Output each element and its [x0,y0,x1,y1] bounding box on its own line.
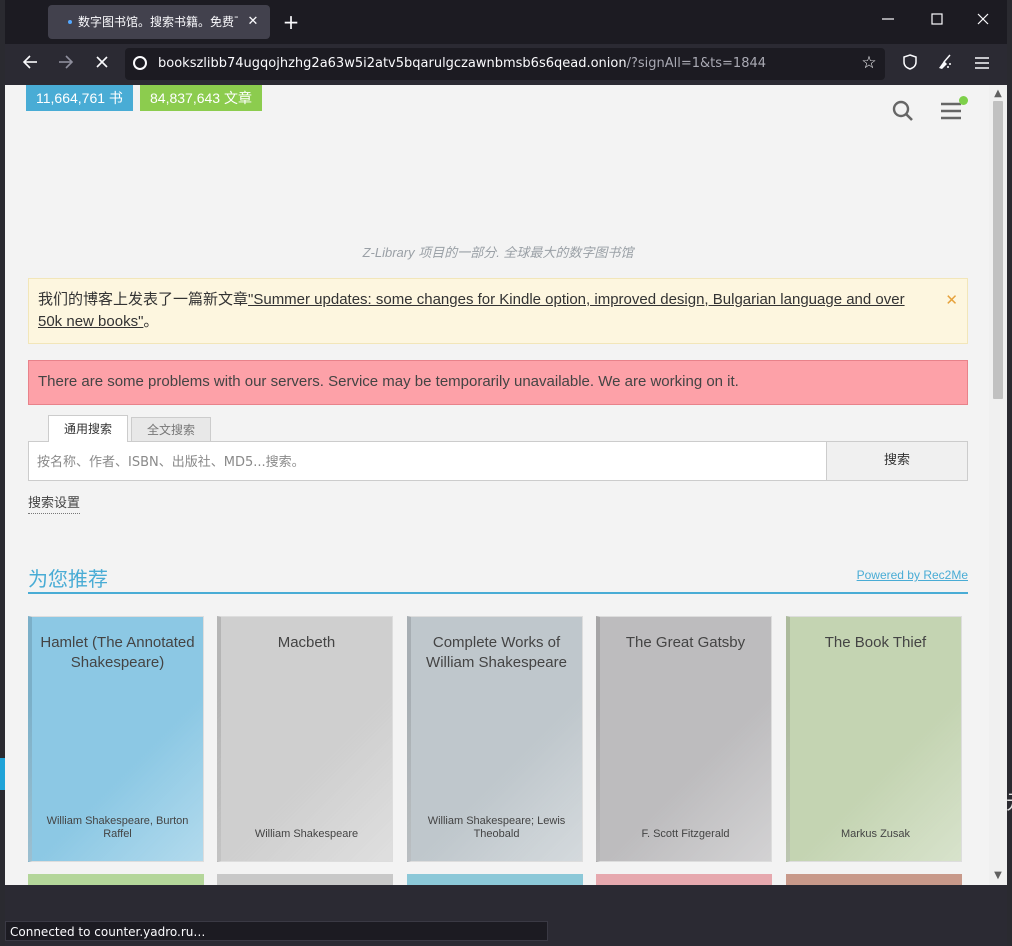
alert-text: There are some problems with our servers… [38,373,739,390]
notification-dot [959,96,968,105]
book-card[interactable]: The Great Gatsby F. Scott Fitzgerald [596,616,772,862]
forward-arrow-icon [59,55,74,69]
books-count-badge[interactable]: 11,664,761 书 [26,85,133,111]
url-bar[interactable]: bookszlibb74ugqojhzhg2a63w5i2atv5bqarulg… [125,48,885,80]
url-host: bookszlibb74ugqojhzhg2a63w5i2atv5bqarulg… [158,56,627,71]
book-card[interactable]: The Book Thief Markus Zusak [786,616,962,862]
stop-loading-icon [96,56,108,68]
book-author: F. Scott Fitzgerald [641,828,730,840]
search-box [28,441,829,482]
new-tab-button[interactable]: + [280,12,302,34]
shield-button[interactable] [898,53,922,77]
search-icon[interactable] [891,99,915,123]
maximize-button[interactable] [927,12,947,32]
book-title: Hamlet (The Annotated Shakespeare) [40,634,195,671]
book-card[interactable]: Macbeth William Shakespeare [217,616,393,862]
book-title: The Book Thief [824,634,927,651]
book-author: William Shakespeare [254,828,359,840]
book-card[interactable] [407,874,583,885]
back-arrow-icon [22,55,37,69]
site-tagline: Z-Library 项目的一部分. 全球最大的数字图书馆 [362,245,634,260]
server-alert: There are some problems with our servers… [28,360,968,405]
book-title: Macbeth [277,634,336,651]
tab-close-icon[interactable]: ✕ [244,13,262,31]
maximize-icon [931,13,943,25]
close-icon [977,13,989,25]
book-author: William Shakespeare; Lewis Theobald [427,815,566,840]
book-card[interactable]: Hamlet (The Annotated Shakespeare) Willi… [28,616,204,862]
book-card[interactable] [786,874,962,885]
close-notice-icon[interactable]: ✕ [945,291,958,309]
book-card[interactable] [596,874,772,885]
book-author: William Shakespeare, Burton Raffel [46,815,189,840]
search-settings-link[interactable]: 搜索设置 [28,495,81,514]
book-card[interactable] [217,874,393,885]
page-content: 11,664,761 书 84,837,643 文章 Z-Library 项目的… [5,85,991,885]
browser-window: 数字图书馆。搜索书籍。免费下载书籍 ✕ + bookszlibb74ugqojh… [5,0,1007,946]
book-card[interactable]: Complete Works of William Shakespeare Wi… [407,616,583,862]
status-text: Connected to counter.yadro.ru… [5,921,548,941]
back-button[interactable] [18,53,42,77]
url-text[interactable]: bookszlibb74ugqojhzhg2a63w5i2atv5bqarulg… [158,55,766,73]
scroll-up-icon[interactable]: ▲ [992,88,1004,100]
extensions-button[interactable] [933,53,957,77]
tab-bar: 数字图书馆。搜索书籍。免费下载书籍 ✕ + [5,0,1007,44]
book-title: Complete Works of William Shakespeare [426,634,567,671]
hamburger-menu-icon [975,57,989,69]
articles-count-badge[interactable]: 84,837,643 文章 [140,85,262,111]
notice-suffix: 。 [143,313,159,330]
tab-title: 数字图书馆。搜索书籍。免费下载书籍 [78,15,238,29]
forward-button[interactable] [54,53,78,77]
close-window-button[interactable] [973,12,993,32]
search-button[interactable]: 搜索 [826,441,968,481]
onion-site-icon [133,56,147,70]
shield-icon [903,54,917,70]
stop-button[interactable] [90,53,114,77]
tab-general-search[interactable]: 通用搜索 [48,415,128,442]
recommendations-title: 为您推荐 [28,567,108,591]
loading-dot-icon [68,20,72,24]
notice-text: 我们的博客上发表了一篇新文章"Summer updates: some chan… [38,289,918,333]
tab-fulltext-search[interactable]: 全文搜索 [131,417,211,442]
section-divider [28,592,968,594]
scroll-down-icon[interactable]: ▼ [992,870,1004,882]
book-title: The Great Gatsby [625,634,746,651]
bookmark-star-icon[interactable]: ☆ [859,53,879,73]
powered-by-link[interactable]: Powered by Rec2Me [857,568,968,582]
nav-toolbar: bookszlibb74ugqojhzhg2a63w5i2atv5bqarulg… [5,44,1007,85]
book-card[interactable] [28,874,204,885]
search-input[interactable] [29,442,829,482]
blog-notice: 我们的博客上发表了一篇新文章"Summer updates: some chan… [28,278,968,344]
notice-prefix: 我们的博客上发表了一篇新文章 [38,291,249,308]
broom-icon [939,54,951,69]
browser-tab[interactable]: 数字图书馆。搜索书籍。免费下载书籍 ✕ [48,5,270,39]
app-menu-button[interactable] [970,53,994,77]
url-path: /?signAll=1&ts=1844 [626,56,767,71]
page-scrollbar[interactable]: ▲ ▼ [989,85,1007,885]
minimize-icon [882,18,894,20]
minimize-button[interactable] [878,12,898,32]
book-author: Markus Zusak [840,828,911,840]
scroll-thumb[interactable] [993,101,1003,399]
